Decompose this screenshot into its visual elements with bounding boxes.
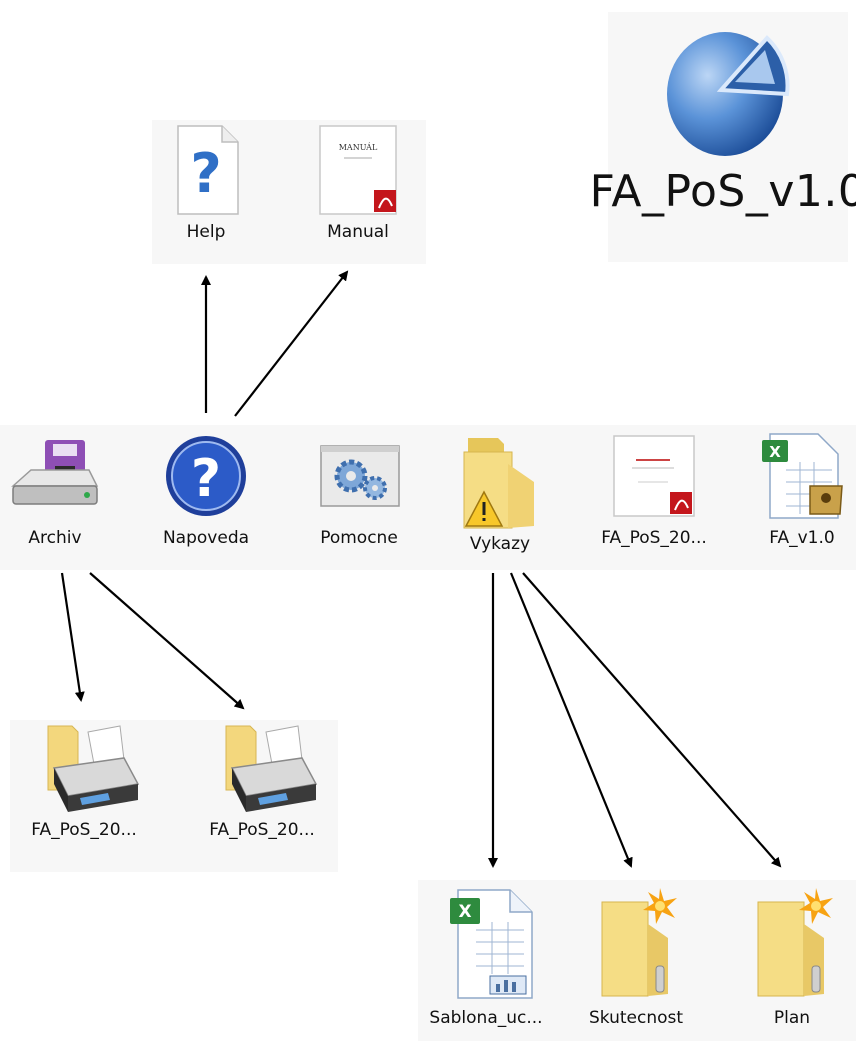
svg-text:?: ? bbox=[191, 449, 221, 509]
skutecnost-folder[interactable]: Skutecnost bbox=[580, 884, 692, 1028]
fa-pos-pdf-file[interactable]: FA_PoS_20... bbox=[592, 430, 716, 548]
sablona-label: Sablona_uc... bbox=[429, 1008, 543, 1028]
vykazy-label: Vykazy bbox=[469, 534, 531, 554]
svg-text:X: X bbox=[458, 902, 471, 922]
archive-print-label-1: FA_PoS_20... bbox=[31, 820, 137, 840]
arrow-napoveda-manual bbox=[234, 270, 349, 417]
gears-window-icon bbox=[320, 445, 400, 507]
printer-folder-icon bbox=[47, 725, 140, 812]
archiv-folder[interactable]: Archiv bbox=[5, 430, 105, 548]
pomocne-label: Pomocne bbox=[320, 528, 398, 548]
new-folder-icon bbox=[757, 888, 833, 997]
skutecnost-label: Skutecnost bbox=[588, 1008, 684, 1028]
sablona-file[interactable]: X Sablona_uc... bbox=[424, 884, 548, 1028]
napoveda-folder[interactable]: ? Napoveda bbox=[150, 430, 262, 548]
napoveda-label: Napoveda bbox=[162, 528, 250, 548]
archive-print-folder-2[interactable]: FA_PoS_20... bbox=[190, 718, 334, 840]
arrow-archiv-print2 bbox=[89, 572, 245, 710]
warning-folder-icon bbox=[463, 438, 534, 529]
help-file[interactable]: ? Help bbox=[160, 124, 252, 242]
plan-label: Plan bbox=[773, 1008, 811, 1028]
excel-chart-document-icon: X bbox=[450, 889, 533, 999]
app-shortcut[interactable]: FA_PoS_v1.0 bbox=[590, 22, 856, 217]
fa-v1-label: FA_v1.0 bbox=[769, 528, 835, 548]
archive-print-label-2: FA_PoS_20... bbox=[209, 820, 315, 840]
arrow-archiv-print1 bbox=[60, 572, 85, 702]
help-document-icon: ? bbox=[177, 125, 239, 215]
manual-label: Manual bbox=[327, 222, 389, 242]
help-label: Help bbox=[186, 222, 226, 242]
plan-folder[interactable]: Plan bbox=[740, 884, 844, 1028]
fa-pos-pdf-label: FA_PoS_20... bbox=[601, 528, 707, 548]
pie-chart-icon bbox=[667, 32, 790, 156]
floppy-drive-icon bbox=[11, 440, 99, 505]
fa-v1-file[interactable]: X FA_v1.0 bbox=[752, 430, 852, 548]
manual-doc-heading: MANUÁL bbox=[339, 143, 378, 152]
new-folder-icon bbox=[601, 888, 677, 997]
help-circle-icon: ? bbox=[166, 436, 246, 516]
arrow-vykazy-plan bbox=[522, 572, 782, 868]
excel-document-icon: X bbox=[762, 433, 843, 519]
manual-file[interactable]: MANUÁL Manual bbox=[306, 124, 410, 242]
archiv-label: Archiv bbox=[28, 528, 82, 548]
arrow-vykazy-skutecnost bbox=[509, 572, 633, 868]
vykazy-folder[interactable]: Vykazy bbox=[450, 430, 550, 554]
pdf-document-icon bbox=[613, 435, 695, 517]
printer-folder-icon bbox=[225, 725, 318, 812]
svg-text:X: X bbox=[769, 443, 781, 461]
pdf-document-icon: MANUÁL bbox=[319, 125, 397, 215]
svg-text:?: ? bbox=[190, 142, 221, 205]
pomocne-folder[interactable]: Pomocne bbox=[305, 430, 413, 548]
app-title: FA_PoS_v1.0 bbox=[589, 166, 856, 217]
archive-print-folder-1[interactable]: FA_PoS_20... bbox=[12, 718, 156, 840]
